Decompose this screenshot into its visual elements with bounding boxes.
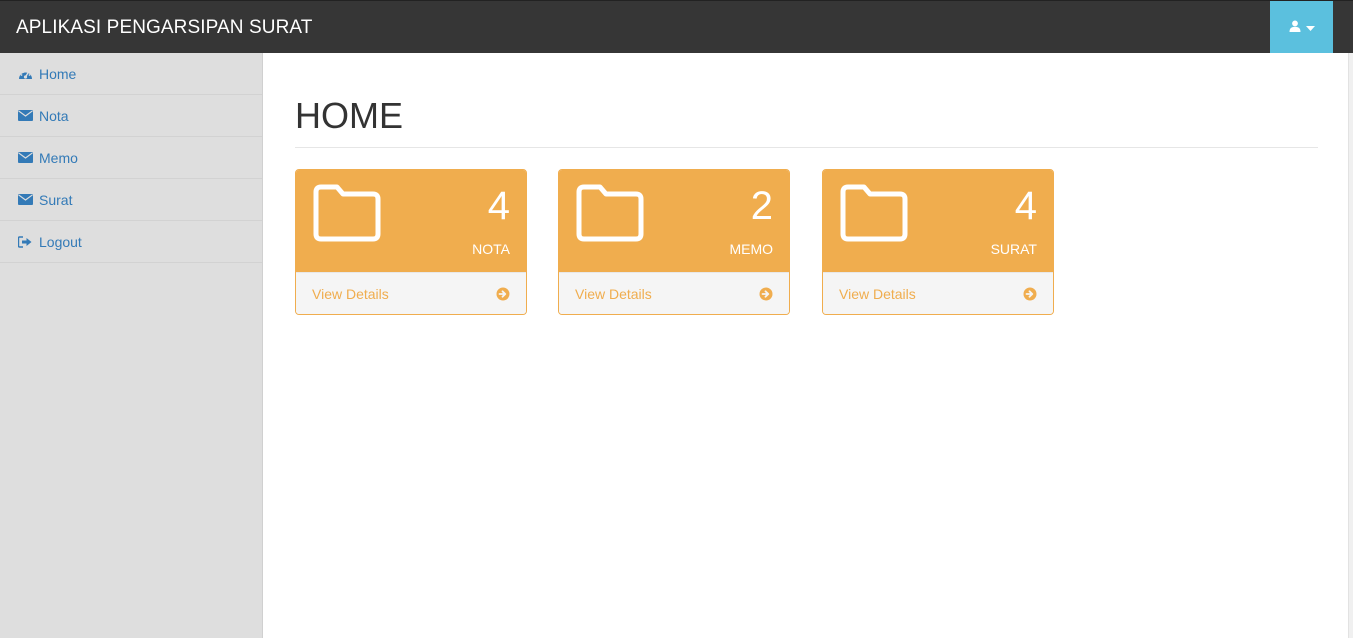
sidebar-item-surat[interactable]: Surat [0, 179, 262, 221]
main-content: HOME 4 NOTA View Details 2 MEMO View Det… [264, 53, 1348, 638]
sidebar: Home Nota Memo Surat Logout [0, 53, 263, 638]
top-navbar: APLIKASI PENGARSIPAN SURAT [0, 0, 1353, 54]
folder-icon [575, 184, 645, 247]
window-scrollbar-edge [1348, 53, 1353, 638]
view-details-label: View Details [839, 286, 916, 302]
sidebar-item-label: Nota [39, 107, 69, 124]
sidebar-item-label: Home [39, 65, 77, 82]
card-label: MEMO [729, 241, 773, 257]
sidebar-item-label: Surat [39, 191, 73, 208]
envelope-icon [18, 151, 34, 165]
card-nota: 4 NOTA View Details [295, 169, 527, 315]
envelope-icon [18, 109, 34, 123]
sidebar-item-label: Memo [39, 149, 78, 166]
view-details-link[interactable]: View Details [296, 272, 526, 314]
card-header: 4 NOTA [296, 170, 526, 272]
card-count: 2 [750, 184, 773, 228]
dashboard-icon [18, 67, 34, 81]
arrow-circle-right-icon [759, 287, 773, 306]
page-title: HOME [295, 95, 403, 136]
user-icon [1289, 19, 1301, 37]
sidebar-item-home[interactable]: Home [0, 53, 262, 95]
card-label: SURAT [990, 241, 1037, 257]
card-count: 4 [487, 184, 510, 228]
view-details-label: View Details [575, 286, 652, 302]
card-label: NOTA [472, 241, 510, 257]
user-menu-button[interactable] [1270, 1, 1333, 54]
view-details-label: View Details [312, 286, 389, 302]
arrow-circle-right-icon [496, 287, 510, 306]
envelope-icon [18, 193, 34, 207]
card-header: 2 MEMO [559, 170, 789, 272]
sidebar-item-memo[interactable]: Memo [0, 137, 262, 179]
sidebar-item-nota[interactable]: Nota [0, 95, 262, 137]
card-header: 4 SURAT [823, 170, 1053, 272]
sign-out-icon [18, 235, 34, 249]
folder-icon [312, 184, 382, 247]
title-divider [295, 147, 1318, 148]
arrow-circle-right-icon [1023, 287, 1037, 306]
card-surat: 4 SURAT View Details [822, 169, 1054, 315]
folder-icon [839, 184, 909, 247]
card-count: 4 [1014, 184, 1037, 228]
view-details-link[interactable]: View Details [823, 272, 1053, 314]
app-title[interactable]: APLIKASI PENGARSIPAN SURAT [16, 1, 312, 54]
view-details-link[interactable]: View Details [559, 272, 789, 314]
caret-down-icon [1305, 19, 1315, 37]
sidebar-item-label: Logout [39, 233, 82, 250]
sidebar-item-logout[interactable]: Logout [0, 221, 262, 263]
card-memo: 2 MEMO View Details [558, 169, 790, 315]
